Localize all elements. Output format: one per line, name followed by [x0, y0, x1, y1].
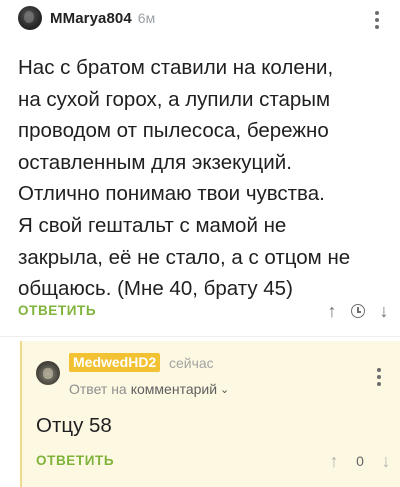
downvote-icon[interactable]: ↓: [376, 450, 396, 472]
downvote-icon[interactable]: ↓: [374, 300, 394, 322]
pending-rating-icon[interactable]: [348, 300, 368, 322]
chevron-down-icon: ⌄: [220, 383, 230, 396]
rating-score: 0: [356, 453, 364, 469]
username-badge[interactable]: MedwedHD2: [69, 353, 161, 372]
more-options-icon[interactable]: [376, 368, 382, 386]
comment: MMarya804 6м Нас с братом ставили на кол…: [0, 0, 400, 340]
reply-button[interactable]: ОТВЕТИТЬ: [36, 453, 114, 468]
comment-text: Отцу 58: [36, 414, 112, 437]
reply-to-prefix: Ответ на: [69, 381, 127, 397]
upvote-icon[interactable]: ↑: [324, 450, 344, 472]
reply-button[interactable]: ОТВЕТИТЬ: [18, 303, 96, 318]
divider: [0, 336, 400, 337]
avatar[interactable]: [36, 361, 60, 385]
reply-to-link[interactable]: Ответ на комментарий ⌄: [69, 381, 229, 397]
vote-actions: ↑ 0 ↓: [324, 450, 396, 472]
timestamp: сейчас: [169, 355, 214, 371]
clock-icon: [351, 304, 365, 318]
comment-header: MMarya804 6м: [18, 6, 155, 30]
avatar[interactable]: [18, 6, 42, 30]
vote-actions: ↑ ↓: [322, 300, 394, 322]
username[interactable]: MMarya804: [50, 10, 132, 27]
upvote-icon[interactable]: ↑: [322, 300, 342, 322]
timestamp: 6м: [137, 10, 156, 26]
comment-text: Нас с братом ставили на колени, на сухой…: [18, 56, 351, 301]
reply-comment: MedwedHD2 сейчас Ответ на комментарий ⌄ …: [20, 341, 400, 487]
more-options-icon[interactable]: [374, 11, 380, 29]
reply-to-target: комментарий: [130, 381, 218, 397]
